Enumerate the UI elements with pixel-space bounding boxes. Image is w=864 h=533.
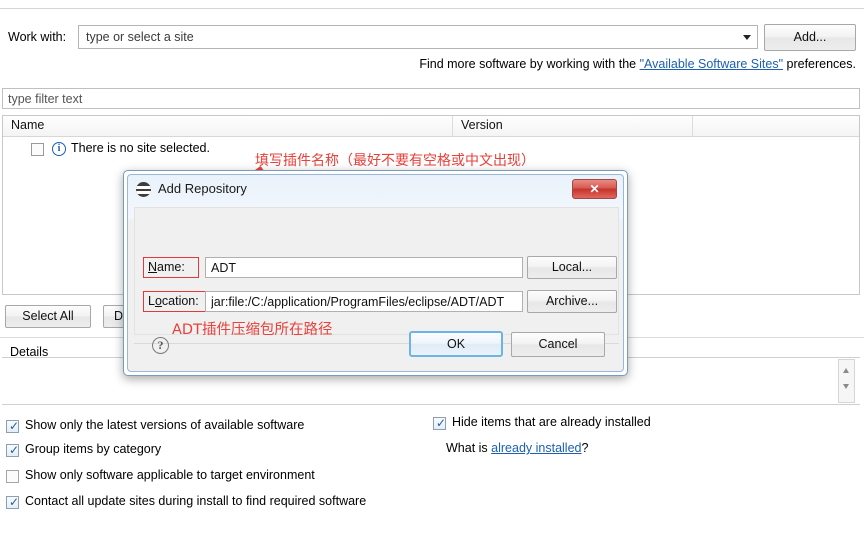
option-hide-installed-label: Hide items that are already installed <box>452 415 651 429</box>
what-is-suffix: ? <box>581 441 589 455</box>
option-group-by-category-label: Group items by category <box>25 442 162 456</box>
location-field-label: Location: <box>143 291 211 312</box>
option-show-applicable-label: Show only software applicable to target … <box>25 468 315 482</box>
location-mnemonic: o <box>154 294 162 308</box>
location-label-pre: L <box>148 294 155 308</box>
work-with-label: Work with: <box>8 30 67 44</box>
find-more-prefix: Find more software by working with the <box>419 57 640 71</box>
row-checkbox[interactable] <box>31 143 44 156</box>
filter-placeholder: type filter text <box>8 92 83 106</box>
name-input[interactable]: ADT <box>205 257 523 278</box>
location-input-value: jar:file:/C:/application/ProgramFiles/ec… <box>211 295 505 309</box>
cancel-button[interactable]: Cancel <box>511 332 605 357</box>
annotation-location-note: ADT插件压缩包所在路径 <box>172 322 333 338</box>
annotation-name-note: 填写插件名称（最好不要有空格或中文出现） <box>255 153 535 169</box>
archive-button[interactable]: Archive... <box>527 290 617 313</box>
eclipse-icon <box>136 182 151 197</box>
name-input-value: ADT <box>211 261 236 275</box>
checkbox-show-latest[interactable]: ✓ <box>6 419 20 433</box>
find-more-software-text: Find more software by working with the "… <box>419 57 856 71</box>
option-contact-all-sites-label: Contact all update sites during install … <box>25 494 367 508</box>
check-mark-icon: ✓ <box>9 419 20 433</box>
row-label: There is no site selected. <box>71 141 210 155</box>
work-with-value: type or select a site <box>86 30 194 44</box>
already-installed-link[interactable]: already installed <box>491 441 581 455</box>
dialog-titlebar[interactable]: Add Repository ✕ <box>128 175 623 205</box>
help-icon[interactable]: ? <box>152 337 169 354</box>
scroll-up-icon[interactable] <box>843 368 849 373</box>
name-label-rest: ame: <box>157 260 185 274</box>
ok-button[interactable]: OK <box>409 331 503 357</box>
add-repository-dialog: Add Repository ✕ Name: ADT Local... Loca… <box>123 170 628 376</box>
work-with-combobox[interactable]: type or select a site <box>78 25 758 49</box>
option-show-latest-label: Show only the latest versions of availab… <box>25 418 305 432</box>
column-header-blank[interactable] <box>693 116 859 136</box>
table-header-row: Name Version <box>3 116 859 137</box>
dialog-body: Name: ADT Local... Location: jar:file:/C… <box>134 207 619 335</box>
check-mark-icon: ✓ <box>436 416 447 430</box>
checkbox-show-applicable[interactable] <box>6 470 19 483</box>
add-repository-button[interactable]: Add... <box>764 24 856 51</box>
what-is-prefix: What is <box>446 441 492 455</box>
local-button[interactable]: Local... <box>527 256 617 279</box>
name-field-label: Name: <box>143 257 199 278</box>
scroll-down-icon[interactable] <box>843 384 849 389</box>
select-all-button[interactable]: Select All <box>5 305 91 328</box>
details-scrollbar[interactable] <box>838 359 855 403</box>
info-icon: i <box>52 142 66 156</box>
column-header-name[interactable]: Name <box>3 116 453 136</box>
location-input[interactable]: jar:file:/C:/application/ProgramFiles/ec… <box>205 291 523 312</box>
chevron-down-icon[interactable] <box>743 35 751 40</box>
close-icon[interactable]: ✕ <box>572 179 617 199</box>
check-mark-icon: ✓ <box>9 495 20 509</box>
dialog-frame: Add Repository ✕ Name: ADT Local... Loca… <box>127 174 624 372</box>
top-divider <box>0 8 864 9</box>
column-header-version[interactable]: Version <box>453 116 693 136</box>
dialog-title: Add Repository <box>158 181 247 196</box>
available-software-sites-link[interactable]: "Available Software Sites" <box>640 57 783 71</box>
find-more-suffix: preferences. <box>783 57 857 71</box>
location-label-rest: cation: <box>161 294 199 308</box>
what-is-already-installed: What is already installed? <box>446 441 588 455</box>
work-with-row: Work with: type or select a site Add... <box>0 24 864 54</box>
name-mnemonic: N <box>148 260 158 274</box>
checkbox-contact-all-sites[interactable]: ✓ <box>6 495 20 509</box>
checkbox-hide-installed[interactable]: ✓ <box>433 416 447 430</box>
checkbox-group-by-category[interactable]: ✓ <box>6 443 20 457</box>
filter-input[interactable]: type filter text <box>2 88 860 109</box>
check-mark-icon: ✓ <box>9 443 20 457</box>
